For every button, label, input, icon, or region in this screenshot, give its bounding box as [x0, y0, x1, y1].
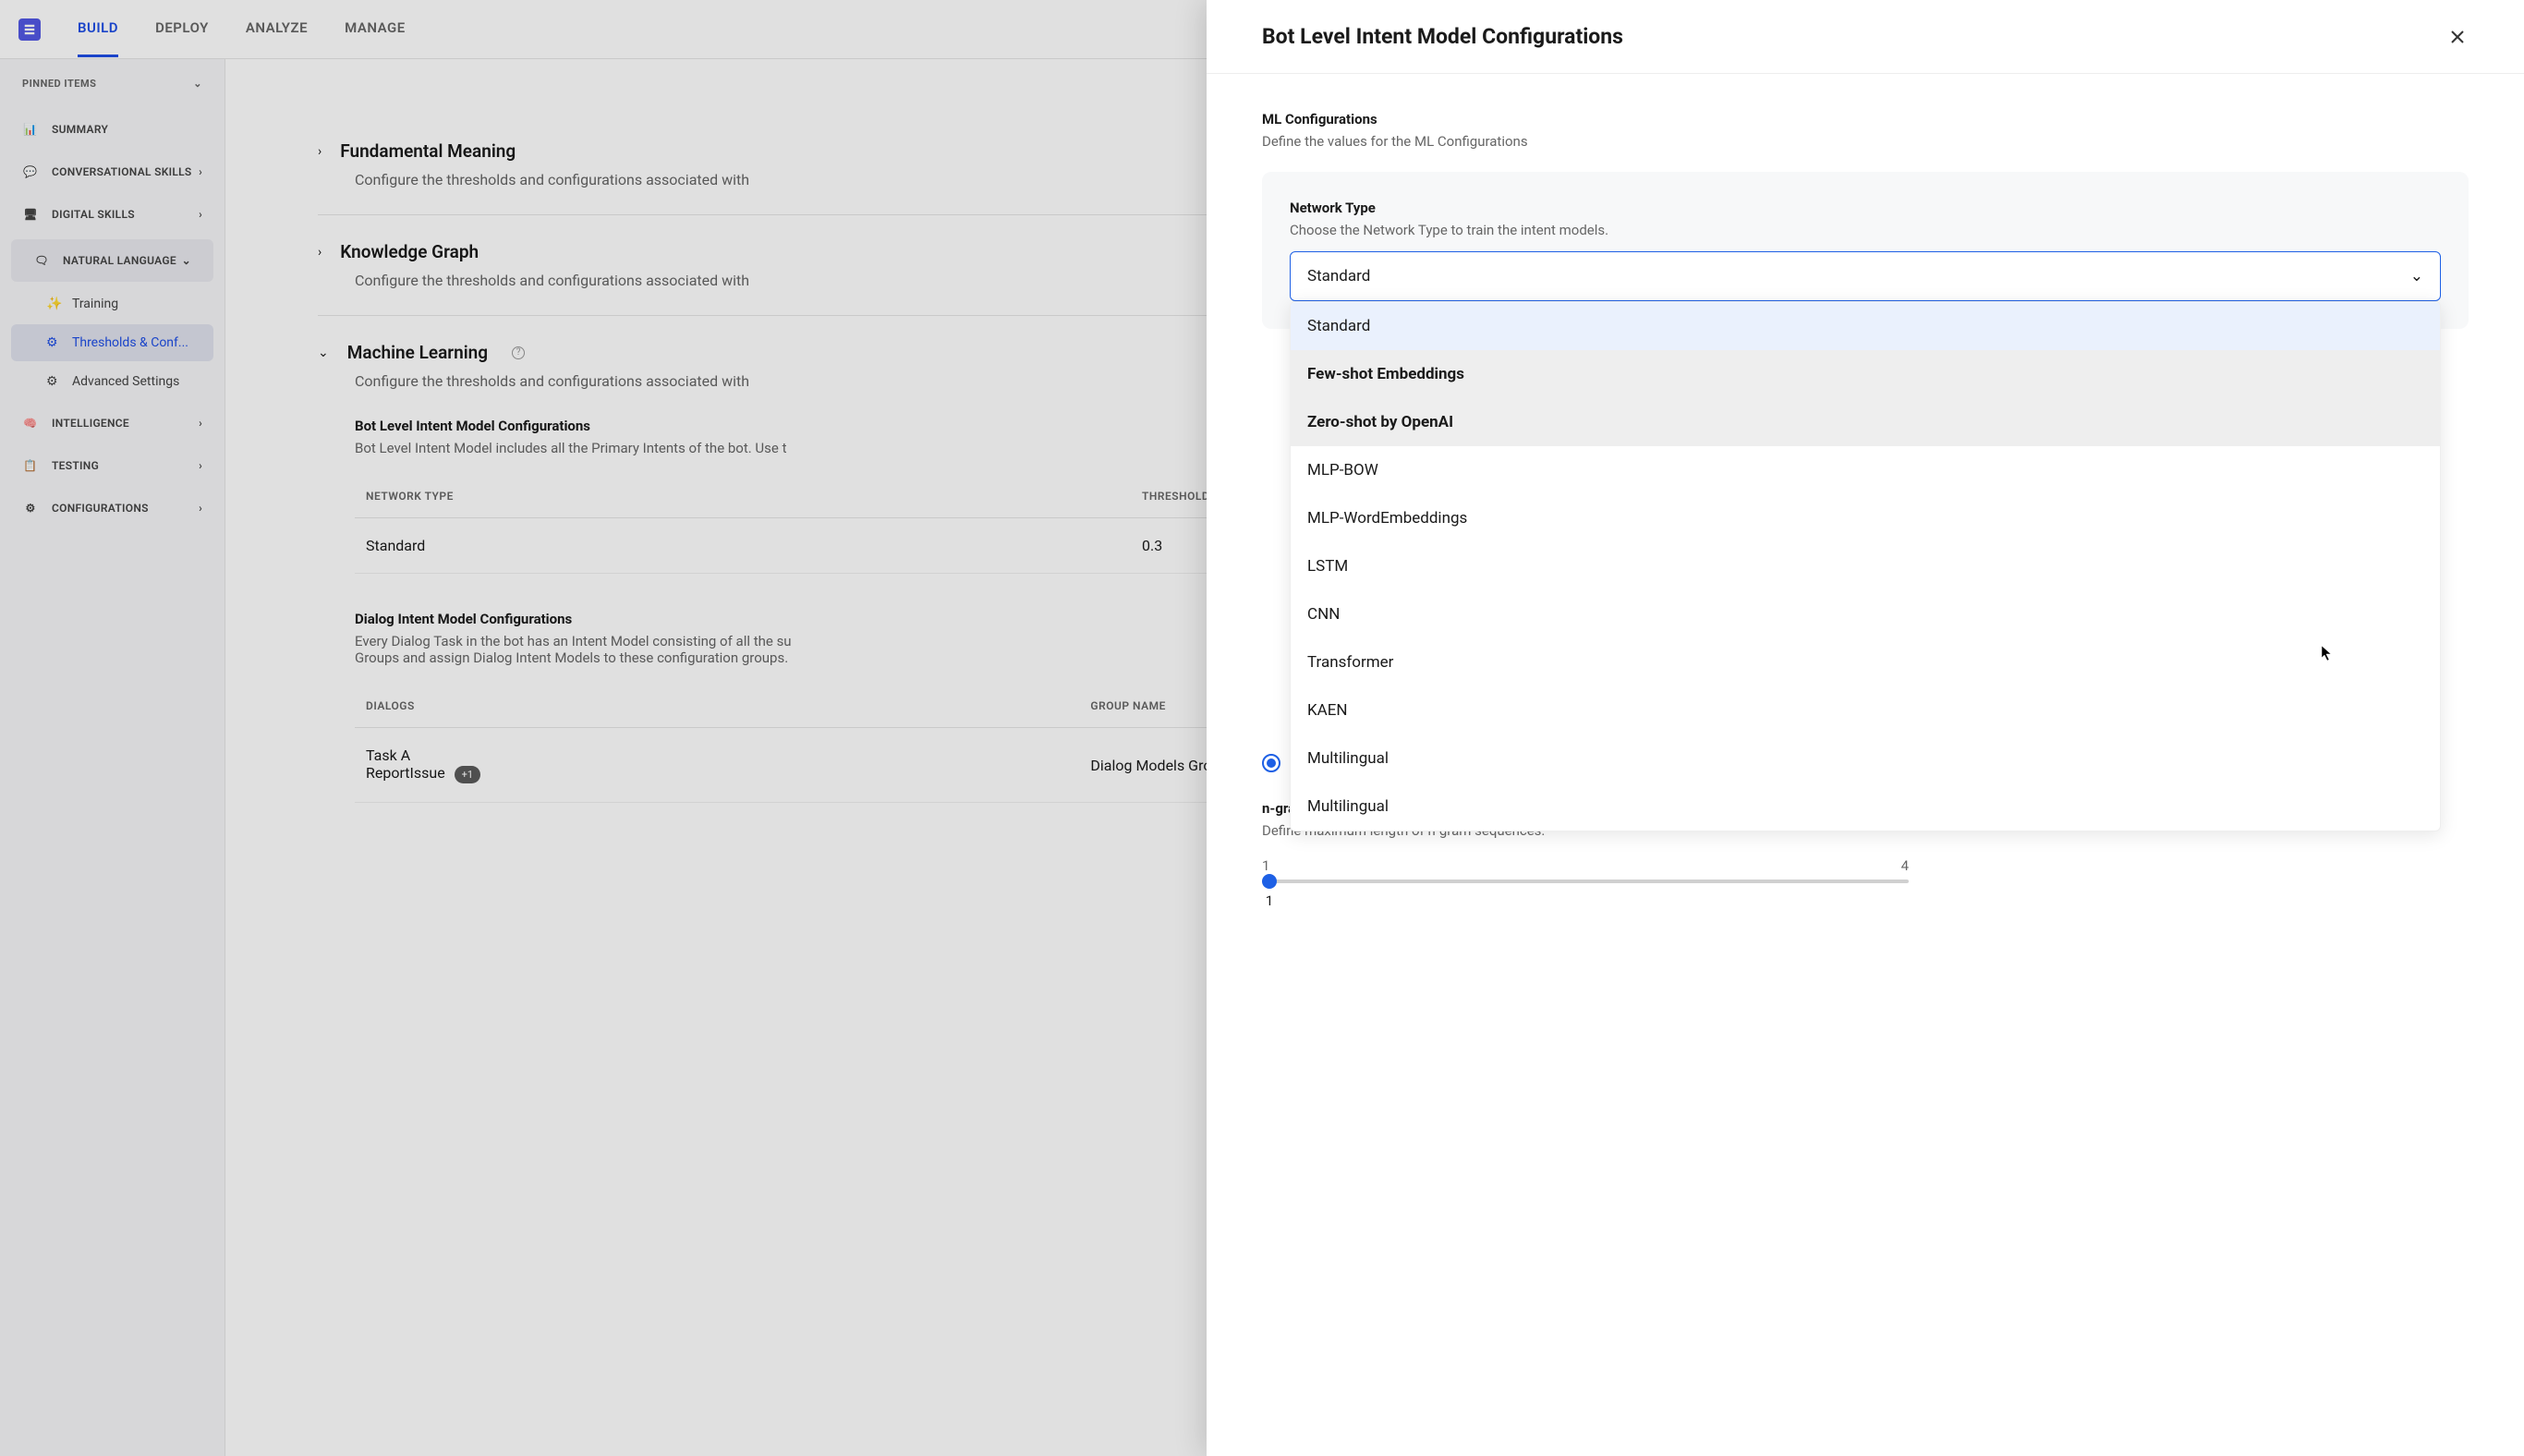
network-type-label: Network Type	[1290, 200, 2441, 216]
dropdown-option-standard[interactable]: Standard	[1291, 302, 2440, 350]
ml-config-label: ML Configurations	[1262, 111, 2469, 127]
side-panel: Bot Level Intent Model Configurations ML…	[1207, 0, 2524, 1456]
slider-max: 4	[1901, 857, 1909, 874]
close-button[interactable]	[2446, 26, 2469, 48]
dropdown-option-few-shot[interactable]: Few-shot Embeddings	[1291, 350, 2440, 398]
network-type-dropdown: Standard Few-shot Embeddings Zero-shot b…	[1290, 301, 2441, 831]
ml-config-desc: Define the values for the ML Configurati…	[1262, 133, 2469, 150]
dropdown-option-kaen[interactable]: KAEN	[1291, 686, 2440, 734]
panel-title: Bot Level Intent Model Configurations	[1262, 24, 1623, 49]
slider-min: 1	[1262, 857, 1269, 874]
dropdown-option-transformer[interactable]: Transformer	[1291, 638, 2440, 686]
slider-thumb[interactable]	[1262, 874, 1277, 889]
close-icon	[2446, 26, 2469, 48]
network-type-select[interactable]: Standard ⌄	[1290, 251, 2441, 301]
dropdown-option-cnn[interactable]: CNN	[1291, 590, 2440, 638]
network-type-card: Network Type Choose the Network Type to …	[1262, 172, 2469, 329]
slider-value: 1	[1262, 892, 1277, 909]
ngram-slider[interactable]	[1262, 880, 1909, 883]
dropdown-option-mlp-bow[interactable]: MLP-BOW	[1291, 446, 2440, 494]
dropdown-option-multilingual-1[interactable]: Multilingual	[1291, 734, 2440, 783]
select-value: Standard	[1307, 267, 1370, 285]
radio-icon	[1262, 754, 1280, 772]
dropdown-option-zero-shot[interactable]: Zero-shot by OpenAI	[1291, 398, 2440, 446]
dropdown-option-multilingual-2[interactable]: Multilingual	[1291, 783, 2440, 831]
network-type-desc: Choose the Network Type to train the int…	[1290, 222, 2441, 238]
chevron-down-icon: ⌄	[2410, 267, 2423, 285]
dropdown-option-mlp-wordembeddings[interactable]: MLP-WordEmbeddings	[1291, 494, 2440, 542]
dropdown-option-lstm[interactable]: LSTM	[1291, 542, 2440, 590]
